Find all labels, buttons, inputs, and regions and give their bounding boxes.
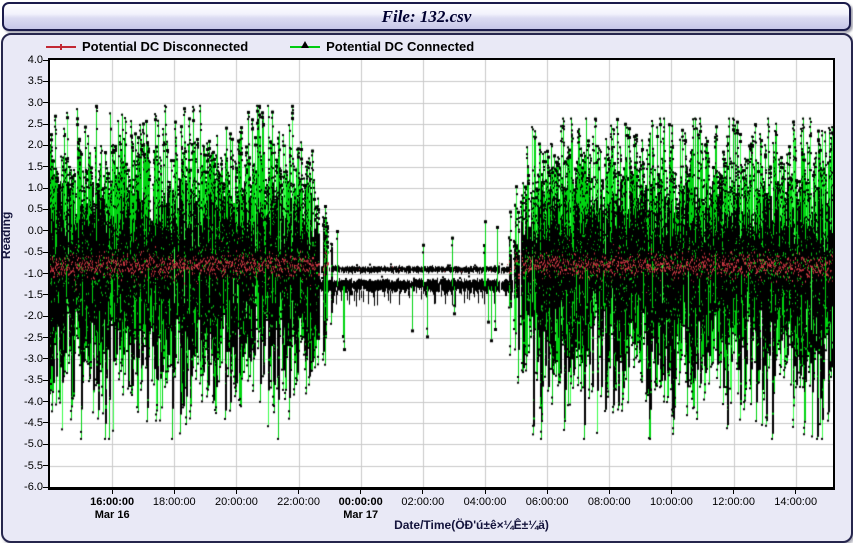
y-tick-label: -1.0 — [0, 268, 43, 280]
y-tick-mark — [43, 230, 48, 231]
y-tick-mark — [43, 60, 48, 61]
y-tick-mark — [43, 145, 48, 146]
legend-line-red — [46, 46, 76, 48]
legend-line-green — [290, 46, 320, 48]
plus-marker-icon — [58, 44, 64, 50]
y-tick-label: -5.0 — [0, 438, 43, 450]
y-tick-label: -2.5 — [0, 332, 43, 344]
x-tick-mark — [360, 489, 361, 494]
y-tick-mark — [43, 401, 48, 402]
y-tick-label: 1.5 — [0, 161, 43, 173]
x-tick-mark — [112, 489, 113, 494]
y-tick-label: 2.0 — [0, 139, 43, 151]
x-tick-label: 00:00:00 — [329, 496, 393, 508]
y-tick-mark — [43, 487, 48, 488]
y-tick-label: 0.0 — [0, 225, 43, 237]
y-tick-mark — [43, 422, 48, 423]
y-tick-mark — [43, 81, 48, 82]
x-tick-label: 22:00:00 — [267, 496, 331, 508]
y-tick-mark — [43, 209, 48, 210]
x-day-label: Mar 16 — [80, 509, 144, 521]
x-tick-label: 06:00:00 — [515, 496, 579, 508]
x-tick-label: 02:00:00 — [391, 496, 455, 508]
x-tick-label: 08:00:00 — [577, 496, 641, 508]
legend-item-dc-disconnected[interactable]: Potential DC Disconnected — [46, 39, 248, 54]
x-tick-label: 12:00:00 — [702, 496, 766, 508]
y-tick-mark — [43, 444, 48, 445]
x-tick-mark — [671, 489, 672, 494]
y-tick-mark — [43, 102, 48, 103]
y-tick-label: -0.5 — [0, 246, 43, 258]
x-tick-mark — [795, 489, 796, 494]
legend-label: Potential DC Connected — [326, 39, 474, 54]
x-tick-label: 16:00:00 — [80, 496, 144, 508]
y-tick-label: 4.0 — [0, 54, 43, 66]
window-title: File: 132.csv — [382, 7, 472, 27]
y-tick-label: 1.0 — [0, 182, 43, 194]
y-tick-label: 3.0 — [0, 97, 43, 109]
y-tick-mark — [43, 166, 48, 167]
x-tick-label: 20:00:00 — [204, 496, 268, 508]
triangle-marker-icon — [301, 41, 309, 48]
y-tick-label: 0.5 — [0, 203, 43, 215]
x-tick-mark — [733, 489, 734, 494]
x-tick-label: 10:00:00 — [639, 496, 703, 508]
y-tick-mark — [43, 337, 48, 338]
x-tick-label: 18:00:00 — [142, 496, 206, 508]
x-tick-mark — [174, 489, 175, 494]
y-tick-mark — [43, 124, 48, 125]
y-tick-mark — [43, 358, 48, 359]
application-window: File: 132.csv Potential DC Disconnected … — [0, 0, 853, 543]
y-tick-label: -5.5 — [0, 460, 43, 472]
plot-canvas — [50, 60, 833, 487]
y-tick-mark — [43, 188, 48, 189]
y-tick-label: -6.0 — [0, 481, 43, 493]
x-axis-title: Date/Time(ÖÐ'ú±ê×¼Ê±¼ä) — [80, 518, 853, 532]
x-tick-mark — [422, 489, 423, 494]
x-tick-mark — [298, 489, 299, 494]
y-tick-mark — [43, 273, 48, 274]
y-tick-label: -3.0 — [0, 353, 43, 365]
y-tick-mark — [43, 252, 48, 253]
y-tick-mark — [43, 316, 48, 317]
x-day-label: Mar 17 — [329, 509, 393, 521]
legend-label: Potential DC Disconnected — [82, 39, 248, 54]
y-tick-mark — [43, 380, 48, 381]
x-tick-mark — [547, 489, 548, 494]
x-tick-label: 04:00:00 — [453, 496, 517, 508]
y-tick-label: -1.5 — [0, 289, 43, 301]
y-tick-label: -4.0 — [0, 396, 43, 408]
window-title-bar[interactable]: File: 132.csv — [2, 2, 851, 31]
y-tick-label: -2.0 — [0, 310, 43, 322]
x-tick-mark — [609, 489, 610, 494]
x-tick-mark — [236, 489, 237, 494]
y-tick-label: 3.5 — [0, 75, 43, 87]
x-tick-label: 14:00:00 — [764, 496, 828, 508]
chart-legend: Potential DC Disconnected Potential DC C… — [46, 39, 474, 54]
y-tick-label: -3.5 — [0, 374, 43, 386]
y-tick-label: -4.5 — [0, 417, 43, 429]
y-tick-mark — [43, 465, 48, 466]
y-tick-mark — [43, 294, 48, 295]
y-tick-label: 2.5 — [0, 118, 43, 130]
legend-item-dc-connected[interactable]: Potential DC Connected — [290, 39, 474, 54]
x-tick-mark — [485, 489, 486, 494]
